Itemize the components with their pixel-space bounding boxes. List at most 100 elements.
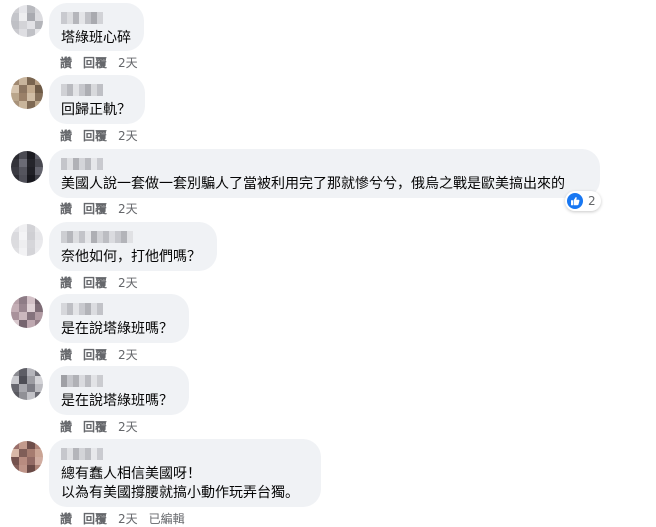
like-button[interactable]: 讚	[60, 201, 72, 217]
reply-button[interactable]: 回覆	[83, 419, 107, 435]
avatar-pixel	[35, 240, 43, 248]
comment-text-line-1: 總有蠢人相信美國呀！	[61, 466, 201, 482]
avatar-pixel	[35, 5, 43, 13]
avatar[interactable]	[11, 368, 43, 400]
timestamp[interactable]: 2天	[118, 347, 138, 363]
avatar-pixel	[11, 101, 19, 109]
commenter-name-blurred[interactable]	[61, 448, 309, 460]
avatar-pixel	[35, 304, 43, 312]
avatar-pixel	[11, 296, 19, 304]
reply-button[interactable]: 回覆	[83, 128, 107, 144]
avatar-pixel	[35, 376, 43, 384]
avatar-pixel	[35, 21, 43, 29]
reply-button[interactable]: 回覆	[83, 347, 107, 363]
avatar-pixel	[19, 151, 27, 159]
timestamp[interactable]: 2天	[118, 511, 138, 527]
comment-bubble: 回歸正軌？	[49, 75, 145, 124]
avatar-pixel	[19, 85, 27, 93]
timestamp[interactable]: 2天	[118, 419, 138, 435]
comment-text: 美國人說一套做一套別騙人了當被利用完了那就慘兮兮，俄烏之戰是歐美搞出來的	[61, 176, 565, 192]
avatar-pixel	[35, 101, 43, 109]
commenter-name-blurred[interactable]	[61, 12, 132, 24]
avatar-pixel	[11, 29, 19, 37]
avatar-pixel	[11, 465, 19, 473]
avatar-pixel	[19, 449, 27, 457]
timestamp[interactable]: 2天	[118, 275, 138, 291]
avatar-pixel	[19, 248, 27, 256]
avatar-pixel	[35, 248, 43, 256]
avatar[interactable]	[11, 5, 43, 37]
avatar-pixel	[35, 151, 43, 159]
reply-button[interactable]: 回覆	[83, 275, 107, 291]
comment-bubble: 奈他如何，打他們嗎？	[49, 222, 217, 271]
avatar-pixel	[19, 77, 27, 85]
avatar-pixel	[27, 376, 35, 384]
comment-text: 是在說塔綠班嗎？	[61, 321, 173, 337]
avatar[interactable]	[11, 77, 43, 109]
avatar-pixel	[19, 304, 27, 312]
commenter-name-blurred[interactable]	[61, 303, 177, 315]
avatar-pixel	[35, 457, 43, 465]
avatar-pixel	[11, 21, 19, 29]
avatar-pixel	[27, 167, 35, 175]
avatar-pixel	[27, 368, 35, 376]
avatar[interactable]	[11, 224, 43, 256]
avatar-pixel	[19, 392, 27, 400]
avatar[interactable]	[11, 151, 43, 183]
avatar-pixel	[11, 449, 19, 457]
avatar-pixel	[27, 304, 35, 312]
commenter-name-blurred[interactable]	[61, 375, 177, 387]
comment-text: 是在說塔綠班嗎？	[61, 393, 173, 409]
comment-actions: 讚回覆 2天	[60, 347, 149, 363]
avatar-pixel	[11, 240, 19, 248]
avatar-pixel	[27, 384, 35, 392]
avatar-pixel	[19, 167, 27, 175]
avatar-pixel	[19, 13, 27, 21]
like-button[interactable]: 讚	[60, 347, 72, 363]
avatar-pixel	[27, 248, 35, 256]
avatar[interactable]	[11, 296, 43, 328]
avatar-pixel	[11, 5, 19, 13]
timestamp[interactable]: 2天	[118, 55, 138, 71]
reply-button[interactable]: 回覆	[83, 201, 107, 217]
like-button[interactable]: 讚	[60, 419, 72, 435]
like-button[interactable]: 讚	[60, 128, 72, 144]
avatar-pixel	[35, 93, 43, 101]
avatar-pixel	[19, 296, 27, 304]
avatar-pixel	[19, 224, 27, 232]
reaction-badge[interactable]: 2	[565, 191, 601, 211]
avatar-pixel	[19, 232, 27, 240]
reply-button[interactable]: 回覆	[83, 55, 107, 71]
reply-button[interactable]: 回覆	[83, 511, 107, 527]
avatar-pixel	[27, 232, 35, 240]
avatar-pixel	[19, 376, 27, 384]
commenter-name-blurred[interactable]	[61, 158, 588, 170]
avatar-pixel	[11, 77, 19, 85]
avatar-pixel	[27, 93, 35, 101]
avatar-pixel	[27, 159, 35, 167]
comment-bubble: 是在說塔綠班嗎？	[49, 366, 189, 415]
timestamp[interactable]: 2天	[118, 201, 138, 217]
avatar-pixel	[27, 29, 35, 37]
commenter-name-blurred[interactable]	[61, 84, 133, 96]
like-button[interactable]: 讚	[60, 55, 72, 71]
avatar-pixel	[35, 167, 43, 175]
avatar-pixel	[11, 457, 19, 465]
avatar[interactable]	[11, 441, 43, 473]
avatar-pixel	[27, 13, 35, 21]
avatar-pixel	[27, 175, 35, 183]
avatar-pixel	[27, 101, 35, 109]
comment-actions: 讚回覆 2天	[60, 275, 149, 291]
avatar-pixel	[19, 441, 27, 449]
avatar-pixel	[35, 224, 43, 232]
avatar-pixel	[11, 13, 19, 21]
commenter-name-blurred[interactable]	[61, 231, 205, 243]
avatar-pixel	[11, 232, 19, 240]
avatar-pixel	[27, 441, 35, 449]
timestamp[interactable]: 2天	[118, 128, 138, 144]
avatar-pixel	[35, 441, 43, 449]
edited-label: 已編輯	[148, 512, 185, 526]
avatar-pixel	[11, 384, 19, 392]
like-button[interactable]: 讚	[60, 511, 72, 527]
like-button[interactable]: 讚	[60, 275, 72, 291]
